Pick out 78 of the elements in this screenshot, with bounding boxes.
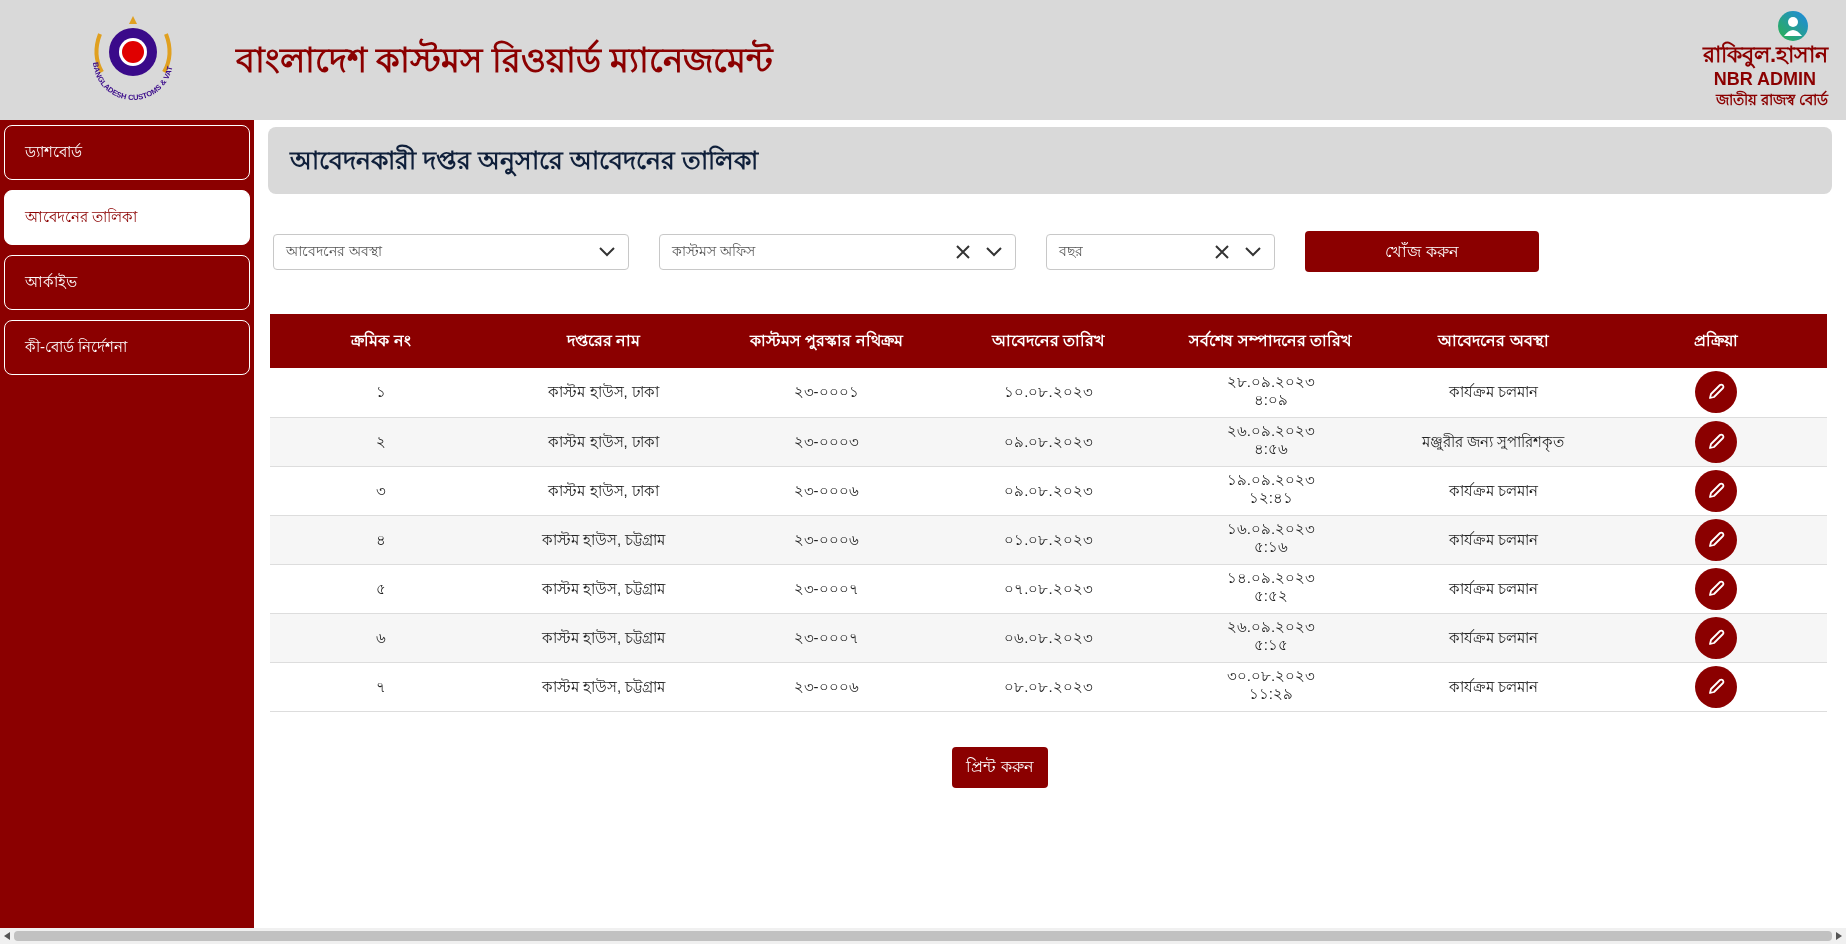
user-name: রাকিবুল.হাসান — [1702, 40, 1828, 69]
edit-button[interactable] — [1694, 665, 1737, 708]
table-cell: ০৬.০৮.২০২৩ — [1004, 628, 1093, 647]
table-cell: ২৩-০০০৭ — [793, 579, 859, 598]
table-cell: কাস্টম হাউস, চট্টগ্রাম — [541, 677, 666, 696]
table-cell: ২৩-০০০৬ — [793, 530, 859, 549]
scroll-right-icon[interactable] — [1835, 932, 1843, 940]
table-cell: কার্যক্রম চলমান — [1448, 383, 1538, 402]
table-cell: ১৯.০৯.২০২৩ ১২:৪১ — [1226, 471, 1316, 507]
table-cell: ০১.০৮.২০২৩ — [1004, 530, 1093, 549]
table-cell: কার্যক্রম চলমান — [1448, 579, 1538, 598]
table-cell: কাস্টম হাউস, ঢাকা — [548, 383, 659, 402]
clear-icon[interactable] — [955, 243, 971, 260]
clear-icon[interactable] — [1214, 243, 1230, 260]
dropdown-field[interactable]: আবেদনের অবস্থা — [273, 233, 629, 270]
edit-button[interactable] — [1694, 518, 1737, 561]
table-cell: কাস্টম হাউস, ঢাকা — [548, 432, 659, 451]
table-cell: ২ — [376, 432, 387, 451]
table-cell: ০৯.০৮.২০২৩ — [1004, 432, 1093, 451]
table-cell: ১৬.০৯.২০২৩ ৫:১৬ — [1226, 520, 1316, 556]
table-cell: ১ — [376, 383, 387, 402]
table-cell: কাস্টম হাউস, ঢাকা — [548, 481, 659, 500]
chevron-down-icon[interactable] — [985, 245, 1003, 258]
page-title: আবেদনকারী দপ্তর অনুসারে আবেদনের তালিকা — [290, 141, 758, 180]
table-cell: ০৯.০৮.২০২৩ — [1004, 481, 1093, 500]
sidebar-item[interactable]: আবেদনের তালিকা — [4, 190, 250, 245]
table-cell: ৩ — [376, 481, 387, 500]
table-cell: কাস্টম হাউস, চট্টগ্রাম — [541, 579, 666, 598]
user-role: NBR ADMIN — [1713, 69, 1816, 90]
scroll-left-icon[interactable] — [3, 932, 11, 940]
table-cell: কার্যক্রম চলমান — [1448, 628, 1538, 647]
table-cell: ২৩-০০০৭ — [793, 628, 859, 647]
column-header: ক্রমিক নং — [270, 314, 493, 368]
column-header: দপ্তরের নাম — [492, 314, 715, 368]
column-header: আবেদনের তারিখ — [937, 314, 1160, 368]
table-cell: ০৮.০৮.২০২৩ — [1004, 677, 1093, 696]
chevron-down-icon[interactable] — [1244, 245, 1262, 258]
chevron-down-icon[interactable] — [598, 245, 616, 258]
edit-button[interactable] — [1694, 420, 1737, 463]
edit-button[interactable] — [1694, 469, 1737, 512]
column-header: প্রক্রিয়া — [1604, 314, 1827, 368]
column-header: সর্বশেষ সম্পাদনের তারিখ — [1159, 314, 1383, 368]
table-cell: ২৬.০৯.২০২৩ ৫:১৫ — [1226, 618, 1316, 654]
table-cell: ৪ — [376, 530, 387, 549]
user-organization: জাতীয় রাজস্ব বোর্ড — [1715, 90, 1828, 110]
app-title: বাংলাদেশ কাস্টমস রিওয়ার্ড ম্যানেজমেন্ট — [236, 37, 774, 81]
edit-button[interactable] — [1694, 371, 1737, 414]
table-cell: ২৬.০৯.২০২৩ ৪:৫৬ — [1226, 422, 1316, 458]
table-cell: কার্যক্রম চলমান — [1448, 530, 1538, 549]
table-cell: কাস্টম হাউস, চট্টগ্রাম — [541, 628, 666, 647]
table-cell: ২৩-০০০৬ — [793, 677, 859, 696]
search-button[interactable]: খোঁজ করুন — [1305, 231, 1539, 272]
column-header: আবেদনের অবস্থা — [1382, 314, 1605, 368]
table-cell: ২৩-০০০৩ — [793, 432, 859, 451]
sidebar-item[interactable]: ড্যাশবোর্ড — [4, 125, 250, 180]
edit-button[interactable] — [1694, 616, 1737, 659]
table-cell: কার্যক্রম চলমান — [1448, 677, 1538, 696]
table-cell: ৬ — [376, 628, 387, 647]
table-cell: কাস্টম হাউস, চট্টগ্রাম — [541, 530, 666, 549]
table-cell: ৫ — [376, 579, 387, 598]
dropdown-field[interactable]: কাস্টমস অফিস — [659, 233, 1016, 270]
table-cell: মঞ্জুরীর জন্য সুপারিশকৃত — [1422, 432, 1565, 451]
table-cell: ১৪.০৯.২০২৩ ৫:৫২ — [1226, 569, 1316, 605]
column-header: কাস্টমস পুরস্কার নথিক্রম — [714, 314, 938, 368]
user-avatar-icon — [1778, 10, 1808, 41]
table-cell: কার্যক্রম চলমান — [1448, 481, 1538, 500]
table-cell: ৭ — [376, 677, 387, 696]
table-cell: ১০.০৮.২০২৩ — [1004, 383, 1093, 402]
table-cell: ২৩-০০০১ — [793, 383, 859, 402]
table-cell: ৩০.০৮.২০২৩ ১১:২৯ — [1226, 667, 1316, 703]
sidebar-item[interactable]: আর্কাইভ — [4, 255, 250, 310]
table-cell: ২৩-০০০৬ — [793, 481, 859, 500]
table-cell: ২৮.০৯.২০২৩ ৪:০৯ — [1226, 372, 1316, 409]
table-cell: ০৭.০৮.২০২৩ — [1004, 579, 1093, 598]
dropdown-field[interactable]: বছর — [1046, 233, 1275, 270]
edit-button[interactable] — [1694, 567, 1737, 610]
print-button[interactable]: প্রিন্ট করুন — [952, 746, 1048, 788]
sidebar-item[interactable]: কী-বোর্ড নির্দেশনা — [4, 320, 250, 375]
